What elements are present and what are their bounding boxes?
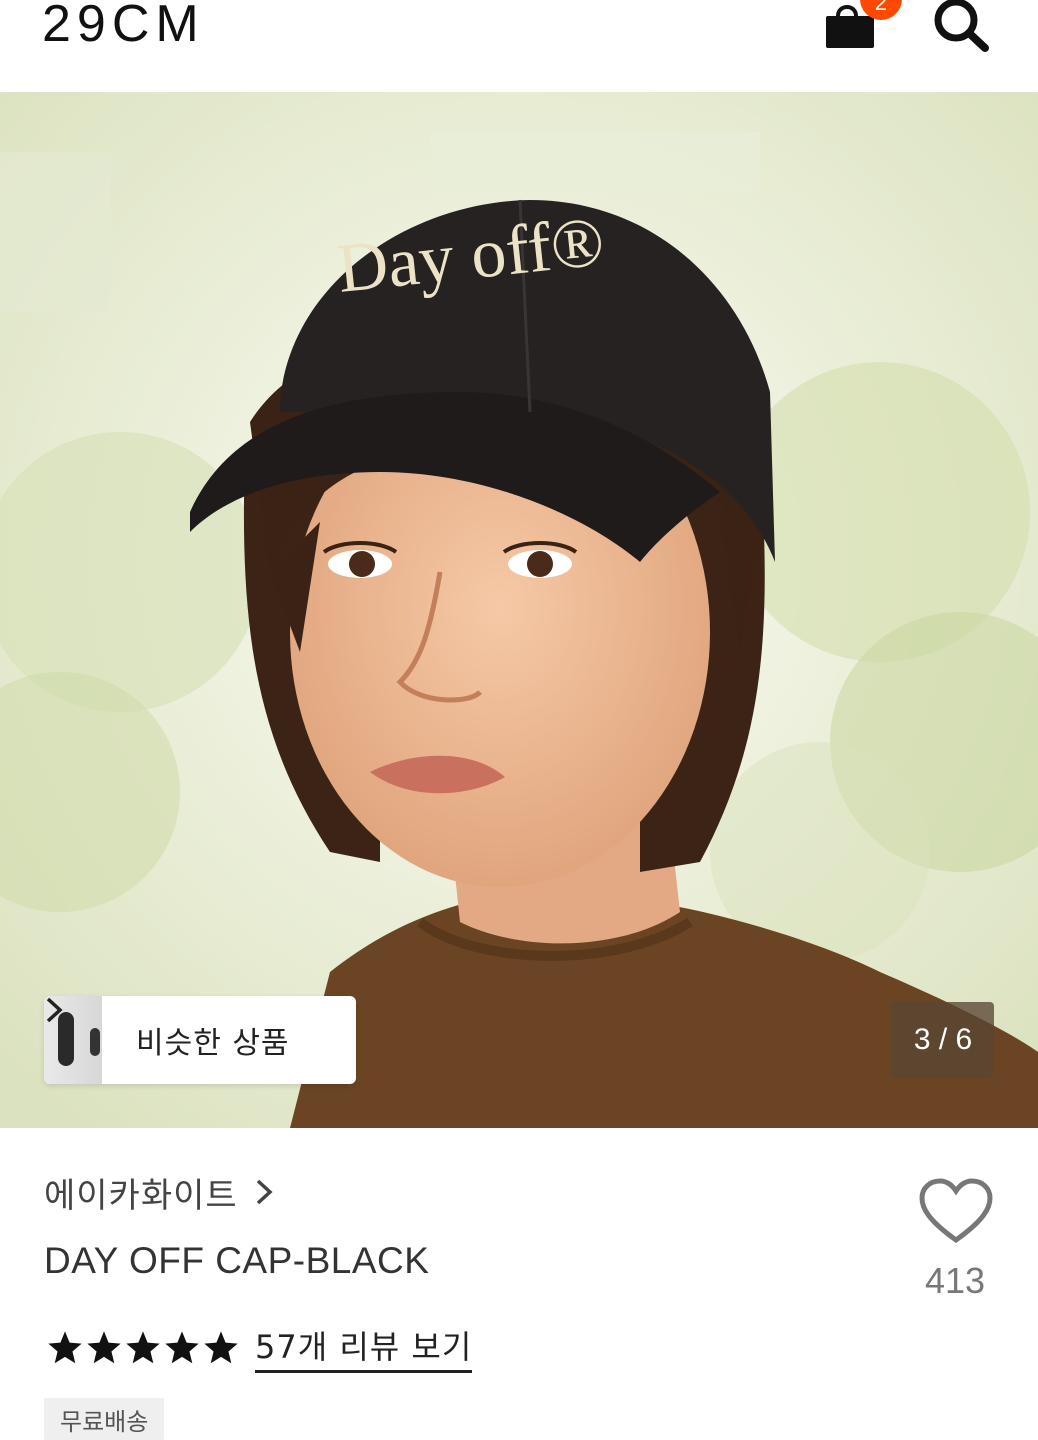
star-icon [48, 1330, 82, 1363]
star-icon [204, 1330, 238, 1363]
brand-link[interactable]: 에이카화이트 [44, 1170, 274, 1216]
search-button[interactable] [928, 0, 992, 54]
search-icon [934, 0, 989, 52]
similar-products-button[interactable]: 비슷한 상품 [44, 996, 356, 1084]
star-rating [46, 1329, 241, 1367]
brand-name: 에이카화이트 [44, 1175, 238, 1216]
free-shipping-badge: 무료배송 [44, 1398, 165, 1440]
chevron-right-icon [46, 997, 63, 1023]
image-counter: 3 / 6 [892, 1002, 994, 1078]
star-icon [165, 1330, 199, 1363]
logo[interactable]: 29CM [42, 0, 205, 54]
similar-products-label: 비슷한 상품 [136, 1026, 290, 1061]
like-button[interactable] [918, 1178, 994, 1246]
star-icon [87, 1330, 121, 1363]
chevron-right-icon [256, 1179, 273, 1205]
rating-row: 57개 리뷰 보기 [46, 1322, 473, 1373]
product-photo: Day off® [0, 92, 1038, 1128]
product-page: 29CM 2 Day off® 비슷한 상품 3 / 6 에이카화이트 DAY … [0, 0, 1038, 1440]
heart-icon [919, 1178, 993, 1244]
cart-button[interactable]: 2 [820, 0, 902, 54]
review-link[interactable]: 57개 리뷰 보기 [255, 1322, 473, 1373]
product-image-gallery[interactable]: Day off® 비슷한 상품 3 / 6 [0, 92, 1038, 1128]
product-name: DAY OFF CAP-BLACK [44, 1240, 430, 1281]
like-count: 413 [924, 1260, 986, 1301]
star-icon [126, 1330, 160, 1363]
header: 29CM 2 [0, 0, 1038, 92]
